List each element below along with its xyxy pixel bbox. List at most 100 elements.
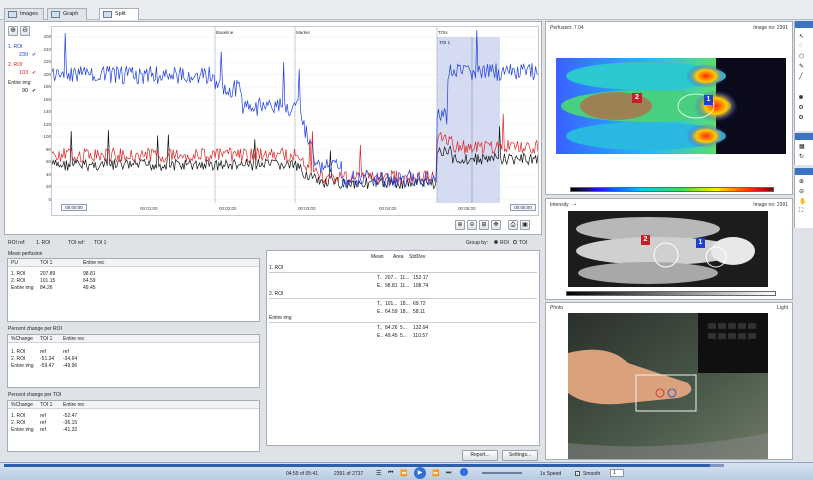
pointer-icon[interactable]: ↖	[799, 33, 804, 40]
toi-ref-value[interactable]: TOI 1	[94, 240, 106, 246]
fast-forward-icon[interactable]: ⏩	[432, 470, 439, 477]
plot-area[interactable]: Baseline Marker TOIs TOI 1	[51, 26, 539, 216]
pct-toi-table: %Change TOI 1 Entire rec 1. ROI ref -52.…	[7, 400, 260, 452]
entire-label: Entire img	[8, 80, 31, 86]
zoom-in-button[interactable]: ⊕	[8, 26, 18, 36]
fit-view-button[interactable]: ⊞	[479, 220, 489, 230]
side-pan-icon[interactable]: ✋	[799, 198, 806, 205]
roi2-value: 103	[19, 70, 29, 76]
color-scale-bar	[570, 187, 774, 192]
graph-zoom-in-button[interactable]: ⊕	[455, 220, 465, 230]
roi1-check-icon[interactable]: ✔	[32, 52, 36, 58]
perfusion-image[interactable]	[556, 58, 786, 154]
y-tick-label: 160	[43, 96, 51, 102]
camera-icon[interactable]: ▦	[799, 143, 805, 150]
settings-button[interactable]: Settings...	[502, 450, 538, 461]
group-toi-label: TOI	[519, 240, 528, 246]
tab-images[interactable]: Images	[4, 8, 44, 20]
x-tick-4: 00:04:00	[379, 206, 397, 211]
split-icon	[103, 11, 112, 18]
mean-perfusion-table: PU TOI 1 Entire rec 1. ROI 207.89 98.81 …	[7, 258, 260, 322]
side-zoom-out-icon[interactable]: ⊖	[799, 188, 804, 195]
tab-bar: Images Graph Split	[0, 0, 813, 20]
intensity-panel: Intensity ⇢ Image no: 2391 2 1	[545, 198, 793, 300]
intensity-roi1-marker[interactable]: 1	[696, 238, 705, 248]
y-tick-label: 40	[45, 171, 51, 177]
smooth-checkbox[interactable]: ✓	[575, 471, 580, 476]
roi1-label: 1. ROI	[8, 44, 23, 50]
mode-radio-1[interactable]	[799, 95, 803, 99]
roi-tools-header	[795, 21, 813, 28]
x-tick-5: 00:05:00	[458, 206, 476, 211]
photo-light-label: Light	[777, 305, 788, 311]
tab-split[interactable]: Split	[99, 8, 139, 20]
report-button[interactable]: Report...	[462, 450, 498, 461]
images-icon	[8, 11, 17, 18]
table-row: 1. ROI	[11, 349, 26, 355]
pct-roi-table: %Change TOI 1 Entire rec 1. ROI ref ref …	[7, 334, 260, 388]
zoom-out-button[interactable]: ⊖	[20, 26, 30, 36]
settings-icon[interactable]: ▣	[520, 220, 530, 230]
photo-image[interactable]	[568, 313, 768, 459]
perfusion-title: Perfusion: 7.04	[550, 25, 584, 31]
table-row: Entire img	[11, 363, 34, 369]
perfusion-roi1-marker[interactable]: 1	[704, 95, 713, 105]
perfusion-roi2-marker[interactable]: 2	[632, 93, 642, 103]
mode-radio-3[interactable]	[799, 115, 803, 119]
photo-title: Photo	[550, 305, 564, 311]
y-tick-label: 60	[45, 159, 51, 164]
roi2-check-icon[interactable]: ✔	[32, 70, 36, 76]
pan-button[interactable]: ✥	[491, 220, 501, 230]
x-end-box[interactable]: 00:05:00	[510, 204, 536, 211]
y-tick-label: 140	[43, 109, 51, 114]
pct-toi-title: Percent change per TOI	[8, 392, 62, 398]
first-frame-icon[interactable]: ⏮	[388, 470, 393, 477]
line-tool-icon[interactable]: ╱	[799, 73, 803, 80]
group-toi-radio[interactable]	[513, 240, 517, 244]
stats-group-entire: Entire img	[269, 315, 537, 323]
marker-label: Baseline	[216, 30, 234, 35]
entire-value: 90	[22, 88, 29, 94]
x-start-box[interactable]: 00:00:00	[61, 204, 87, 211]
smooth-value-input[interactable]: 1	[610, 469, 624, 477]
record-icon[interactable]	[460, 468, 468, 476]
stats-group-roi2: 2. ROI	[269, 291, 537, 299]
playback-bar: 04:59 of 05:41 2391 of 2737 ☰ ⏮ ⏪ ▶ ⏩ ⏭ …	[0, 462, 813, 480]
ellipse-tool-icon[interactable]: ◌	[799, 43, 803, 49]
rewind-icon[interactable]: ⏪	[400, 470, 407, 477]
last-frame-icon[interactable]: ⏭	[446, 470, 451, 477]
side-fit-icon[interactable]: ⛶	[799, 208, 803, 215]
mode-radio-2[interactable]	[799, 105, 803, 109]
tab-graph[interactable]: Graph	[47, 8, 87, 20]
intensity-roi2-marker[interactable]: 2	[641, 235, 650, 245]
view-tools-header	[795, 133, 813, 140]
side-zoom-in-icon[interactable]: ⊕	[799, 178, 804, 185]
loop-icon[interactable]: ☰	[376, 470, 381, 477]
group-roi-radio[interactable]	[494, 240, 498, 244]
table-row: Entire img	[11, 427, 34, 433]
play-button[interactable]: ▶	[414, 467, 426, 479]
entire-check-icon[interactable]: ✔	[32, 88, 36, 94]
playback-frames: 2391 of 2737	[334, 471, 364, 477]
graph-zoom-out-button[interactable]: ⊖	[467, 220, 477, 230]
roi2-label: 2. ROI	[8, 62, 23, 68]
intensity-image[interactable]	[568, 211, 768, 287]
export-button[interactable]: ⎙	[508, 220, 518, 230]
gray-scale-bar	[566, 291, 776, 296]
table-row: 1. ROI	[11, 413, 26, 419]
refresh-icon[interactable]: ↻	[799, 153, 804, 160]
perfusion-panel: Perfusion: 7.04 Image no: 2391 2 1	[545, 21, 793, 195]
x-tick-1: 00:01:00	[140, 206, 158, 211]
freehand-tool-icon[interactable]: ✎	[799, 63, 804, 70]
polygon-tool-icon[interactable]: ⬡	[799, 53, 804, 60]
intensity-image-no: Image no: 2391	[753, 202, 788, 208]
table-row: 1. ROI	[11, 271, 26, 277]
table-row: Entire img	[11, 285, 34, 291]
view-tools-sidebar: ▦ ↻	[794, 133, 813, 165]
photo-panel: Photo Light	[545, 302, 793, 460]
roi-ref-value[interactable]: 1. ROI	[36, 240, 50, 246]
intensity-title: Intensity	[550, 202, 569, 208]
toi-label: TOI 1	[439, 40, 451, 45]
playback-time: 04:59 of 05:41	[286, 471, 318, 477]
speed-slider[interactable]	[482, 472, 522, 474]
